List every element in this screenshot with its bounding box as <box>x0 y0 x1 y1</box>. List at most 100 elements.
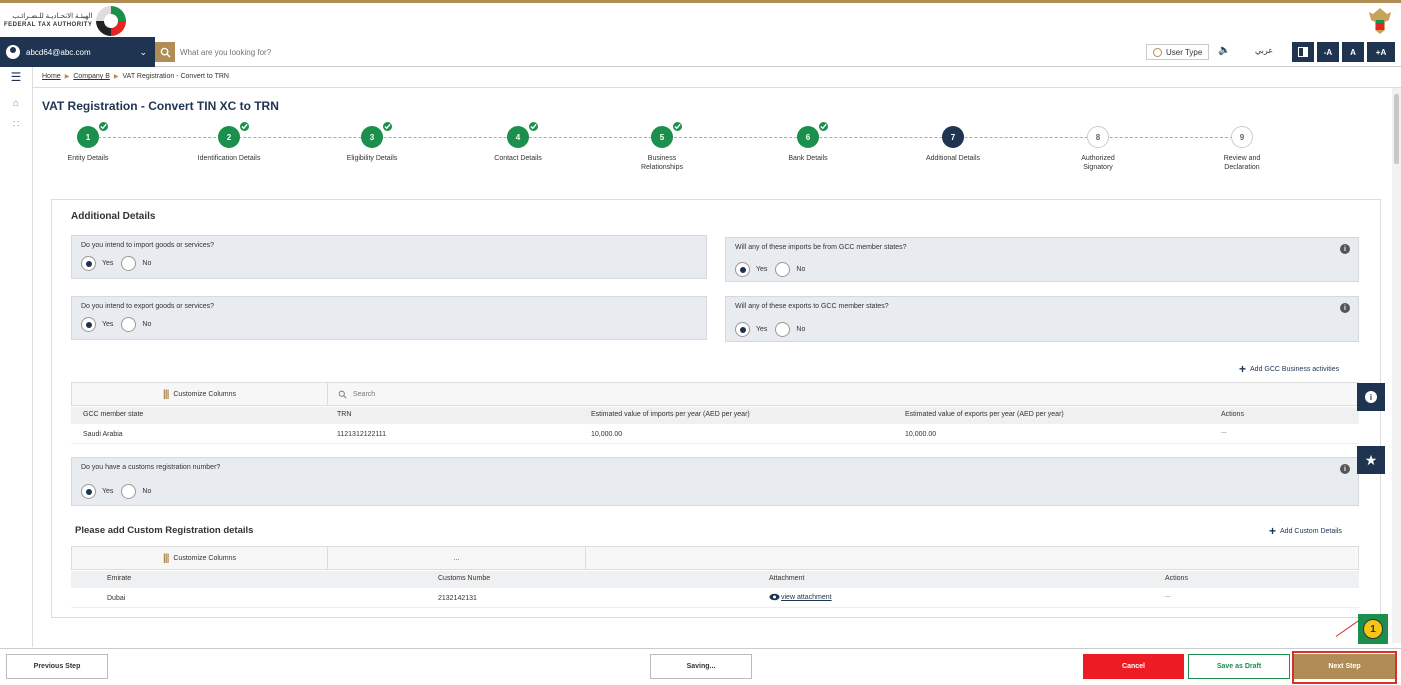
export-yes-radio[interactable] <box>81 317 96 332</box>
export-gcc-no-radio[interactable] <box>775 322 791 337</box>
import-gcc-question: Will any of these imports be from GCC me… <box>725 237 1359 282</box>
apps-grid-icon[interactable]: ∷ <box>9 117 23 131</box>
step-label: Additional Details <box>925 155 981 162</box>
hamburger-menu-icon[interactable]: ☰ <box>9 70 23 84</box>
step-label: Authorized Signatory <box>1081 155 1115 171</box>
customs-question-label: Do you have a customs registration numbe… <box>81 464 221 471</box>
yes-label: Yes <box>102 321 114 328</box>
font-increase-button[interactable]: +A <box>1367 42 1395 62</box>
annotation-number: 1 <box>1363 619 1383 639</box>
speaker-icon[interactable]: 🔈 <box>1218 45 1230 56</box>
chevron-down-icon: ⌄ <box>139 46 147 57</box>
step-label: Entity Details <box>67 155 109 162</box>
emirate-cell: Dubai <box>107 595 126 602</box>
import-question: Do you intend to import goods or service… <box>71 235 707 279</box>
import-gcc-no-radio[interactable] <box>775 262 791 277</box>
step-2[interactable]: 2 Identification Details <box>169 121 289 163</box>
customs-yes-radio[interactable] <box>81 484 96 499</box>
check-icon <box>672 121 683 132</box>
customs-no-radio[interactable] <box>121 484 137 499</box>
no-label: No <box>142 488 152 495</box>
step-7[interactable]: 7 Additional Details <box>893 126 1013 163</box>
add-gcc-business-activities-link[interactable]: + Add GCC Business activities <box>1239 362 1339 376</box>
cancel-button[interactable]: Cancel <box>1083 654 1184 679</box>
step-4[interactable]: 4 Contact Details <box>458 121 578 163</box>
step-9[interactable]: 9 Review and Declaration <box>1182 126 1302 172</box>
contrast-button[interactable] <box>1292 42 1314 62</box>
nav-bar: abcd64@abc.com ⌄ User Type 🔈 عربي -A A +… <box>0 37 1401 67</box>
info-icon[interactable]: i <box>1340 303 1350 313</box>
contrast-icon <box>1298 47 1308 57</box>
saving-status-button[interactable]: Saving... <box>650 654 752 679</box>
step-6[interactable]: 6 Bank Details <box>748 121 868 163</box>
no-label: No <box>796 266 806 273</box>
table-row: Dubai 2132142131 view attachment ... <box>71 591 1359 608</box>
section-title-custom-registration: Please add Custom Registration details <box>75 525 254 536</box>
user-type-button[interactable]: User Type <box>1146 44 1210 60</box>
gcc-state-cell: Saudi Arabia <box>83 431 123 438</box>
import-yes-radio[interactable] <box>81 256 96 271</box>
page-title: VAT Registration - Convert TIN XC to TRN <box>42 99 279 113</box>
step-circle: 4 <box>507 121 539 148</box>
step-circle: 9 <box>1231 126 1253 148</box>
col-header: TRN <box>337 411 352 418</box>
step-8[interactable]: 8 Authorized Signatory <box>1038 126 1158 172</box>
no-label: No <box>142 321 152 328</box>
fta-logo-icon <box>96 6 127 36</box>
info-icon[interactable]: i <box>1340 464 1350 474</box>
step-label: Contact Details <box>494 155 542 162</box>
step-circle: 7 <box>942 126 964 148</box>
fta-logo[interactable]: الهيئـة الاتحـاديـة للـضـرائـب FEDERAL T… <box>4 6 127 36</box>
step-label: Bank Details <box>788 155 828 162</box>
customs-question: Do you have a customs registration numbe… <box>71 457 1359 506</box>
breadcrumb-current: VAT Registration - Convert to TRN <box>122 73 229 80</box>
export-gcc-yes-radio[interactable] <box>735 322 750 337</box>
breadcrumb-company[interactable]: Company B <box>73 73 110 80</box>
check-icon <box>239 121 250 132</box>
user-type-label: User Type <box>1166 47 1203 57</box>
font-decrease-button[interactable]: -A <box>1317 42 1339 62</box>
user-type-icon <box>1153 47 1162 57</box>
gcc-table-toolbar: ||| Customize Columns Search <box>71 382 1359 406</box>
search-input[interactable] <box>180 43 780 61</box>
import-no-radio[interactable] <box>121 256 137 271</box>
star-icon: ★ <box>1364 451 1378 468</box>
previous-step-button[interactable]: Previous Step <box>6 654 108 679</box>
add-gcc-label: Add GCC Business activities <box>1250 365 1340 373</box>
save-as-draft-button[interactable]: Save as Draft <box>1188 654 1290 679</box>
export-no-radio[interactable] <box>121 317 137 332</box>
customize-columns-label: Customize Columns <box>173 390 237 398</box>
more-options-button[interactable]: ... <box>328 547 586 569</box>
step-circle: 3 <box>361 121 393 148</box>
plus-icon: + <box>1269 524 1277 538</box>
footer-bar: Previous Step Saving... Cancel Save as D… <box>0 648 1401 685</box>
favorite-float-button[interactable]: ★ <box>1357 446 1385 474</box>
breadcrumb-home[interactable]: Home <box>42 73 61 80</box>
yes-label: Yes <box>756 266 768 273</box>
home-icon[interactable]: ⌂ <box>9 96 23 110</box>
row-actions-menu[interactable]: ... <box>1221 428 1227 435</box>
search-button[interactable] <box>155 42 175 62</box>
step-5[interactable]: 5 Business Relationships <box>602 121 722 172</box>
customize-columns-button[interactable]: ||| Customize Columns <box>72 547 328 569</box>
step-1[interactable]: 1 Entity Details <box>28 121 148 163</box>
page-scrollbar[interactable] <box>1392 88 1401 643</box>
add-custom-details-link[interactable]: + Add Custom Details <box>1269 524 1342 538</box>
step-circle: 6 <box>797 121 829 148</box>
uae-emblem-icon <box>1369 8 1391 34</box>
table-search[interactable]: Search <box>328 383 375 405</box>
scrollbar-thumb[interactable] <box>1394 94 1399 164</box>
font-normal-button[interactable]: A <box>1342 42 1364 62</box>
imports-value-cell: 10,000.00 <box>591 431 623 438</box>
language-toggle[interactable]: عربي <box>1255 46 1273 55</box>
check-icon <box>382 121 393 132</box>
col-header: Estimated value of exports per year (AED… <box>905 411 1064 418</box>
view-attachment-link[interactable]: view attachment <box>781 594 832 601</box>
import-gcc-yes-radio[interactable] <box>735 262 750 277</box>
row-actions-menu[interactable]: ... <box>1165 592 1171 599</box>
customize-columns-button[interactable]: ||| Customize Columns <box>72 383 328 405</box>
step-3[interactable]: 3 Eligibility Details <box>312 121 432 163</box>
account-menu[interactable]: abcd64@abc.com ⌄ <box>0 37 155 67</box>
info-float-button[interactable]: i <box>1357 383 1385 411</box>
info-icon[interactable]: i <box>1340 244 1350 254</box>
